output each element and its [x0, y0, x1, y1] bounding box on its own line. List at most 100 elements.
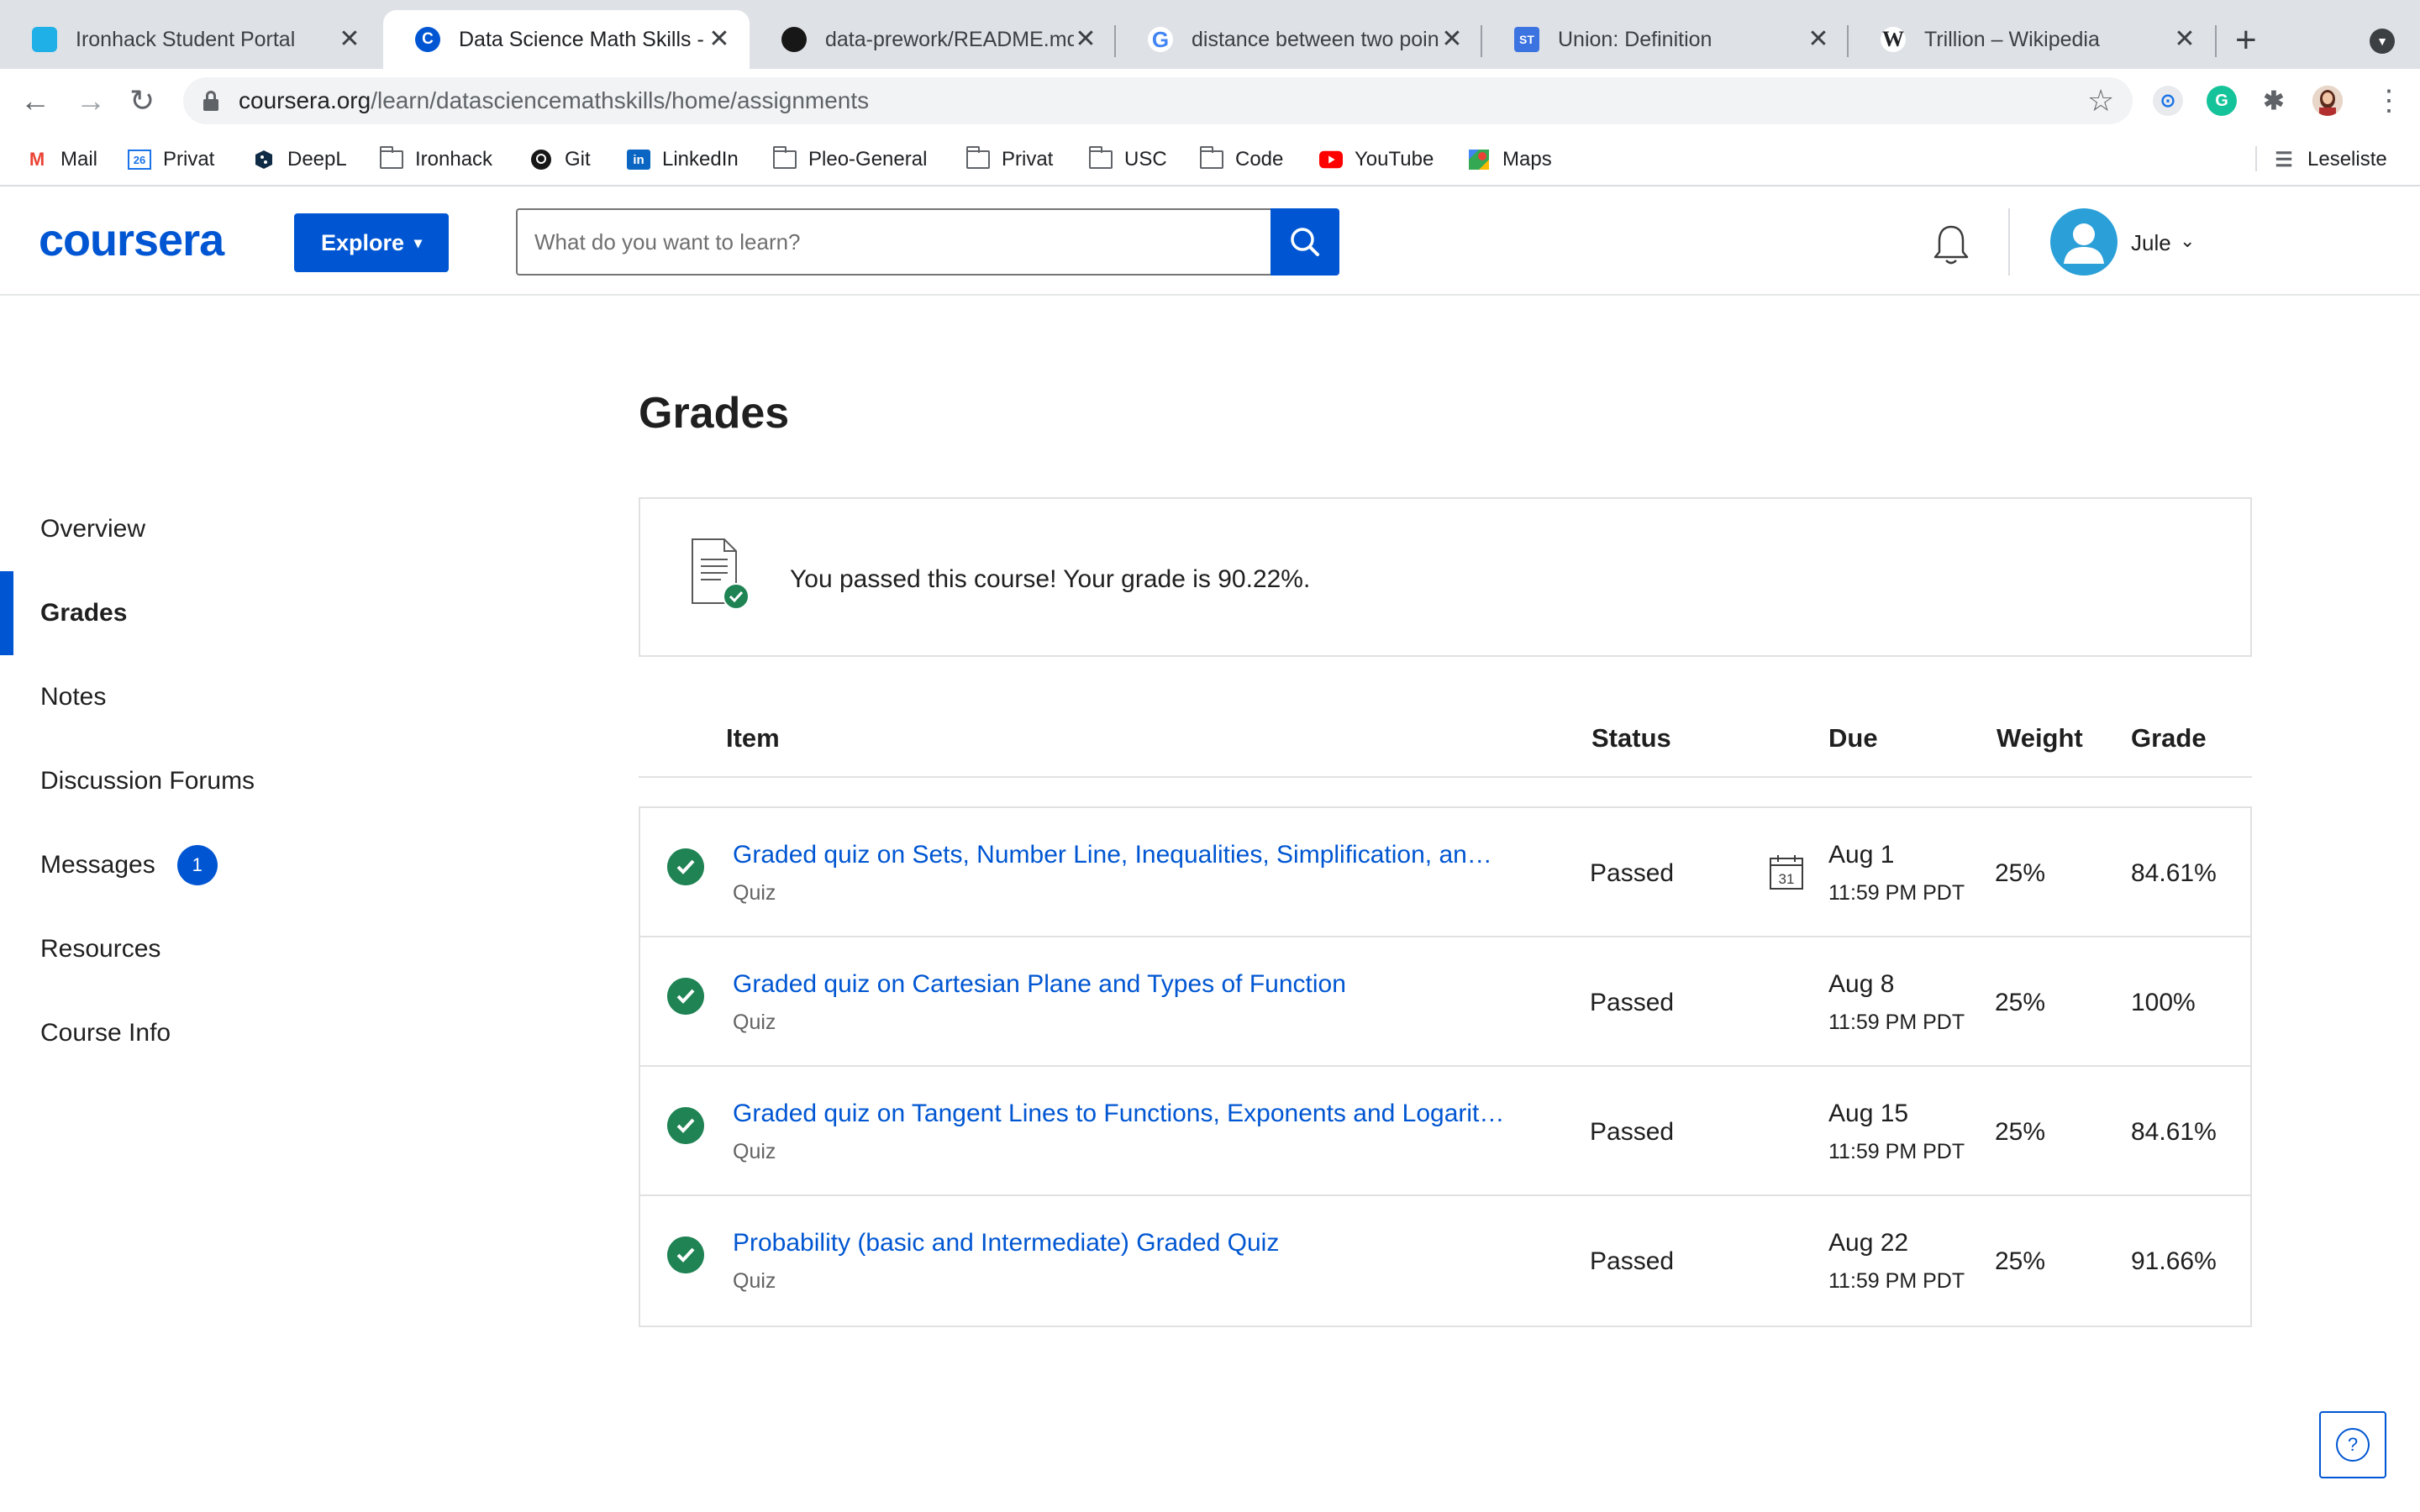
- quiz-link[interactable]: Graded quiz on Tangent Lines to Function…: [733, 1097, 1504, 1131]
- gmail-icon: M: [29, 149, 45, 170]
- bookmark-youtube[interactable]: YouTube: [1319, 144, 1434, 175]
- close-tab-icon[interactable]: ✕: [1807, 27, 1830, 52]
- back-arrow-icon[interactable]: ←: [20, 82, 50, 119]
- folder-icon: [773, 146, 797, 169]
- tab-title: data-prework/README.md: [825, 27, 1074, 51]
- youtube-icon: [1319, 150, 1343, 170]
- wikipedia-favicon-icon: W: [1881, 27, 1906, 52]
- due-date: Aug 1: [1828, 841, 1895, 869]
- item-type: Quiz: [733, 1140, 776, 1163]
- bookmark-ironhack[interactable]: Ironhack: [380, 144, 492, 175]
- tab-ironhack[interactable]: Ironhack Student Portal ✕: [0, 10, 380, 69]
- tab-google[interactable]: G distance between two poin ✕: [1116, 10, 1482, 69]
- browser-menu-icon[interactable]: ⋮: [2375, 82, 2403, 119]
- table-row: Probability (basic and Intermediate) Gra…: [640, 1196, 2250, 1326]
- bookmark-linkedin[interactable]: in LinkedIn: [627, 144, 739, 175]
- tab-title: Data Science Math Skills - C: [459, 27, 708, 51]
- weight-value: 25%: [1995, 989, 2046, 1016]
- help-button[interactable]: ?: [2319, 1411, 2386, 1478]
- notifications-bell-icon[interactable]: [1931, 223, 1971, 267]
- bookmark-star-icon[interactable]: ☆: [2087, 82, 2114, 119]
- quiz-link[interactable]: Probability (basic and Intermediate) Gra…: [733, 1226, 1279, 1260]
- sidebar-item-resources[interactable]: Resources: [0, 907, 471, 991]
- grade-value: 84.61%: [2131, 1118, 2217, 1146]
- deepl-icon: [252, 150, 276, 170]
- tab-search-icon[interactable]: ▼: [2370, 29, 2395, 54]
- github-favicon-icon: [781, 27, 807, 52]
- sidebar-item-label: Grades: [40, 599, 128, 627]
- weight-value: 25%: [1995, 859, 2046, 887]
- check-circle-icon: [667, 1107, 704, 1144]
- bookmark-deepl[interactable]: DeepL: [252, 144, 347, 175]
- sidebar-item-notes[interactable]: Notes: [0, 655, 471, 739]
- grade-value: 91.66%: [2131, 1247, 2217, 1275]
- ironhack-favicon-icon: [32, 27, 57, 52]
- url-text[interactable]: coursera.org/learn/datasciencemathskills…: [239, 86, 869, 116]
- lock-icon[interactable]: [203, 91, 218, 111]
- close-tab-icon[interactable]: ✕: [338, 27, 361, 52]
- close-tab-icon[interactable]: ✕: [1074, 27, 1097, 52]
- bookmark-privat-calendar[interactable]: 26 Privat: [128, 144, 214, 175]
- folder-icon: [1089, 146, 1113, 169]
- chevron-down-icon[interactable]: ⌄: [2180, 227, 2195, 255]
- tab-title: Trillion – Wikipedia: [1924, 27, 2100, 51]
- table-row: Graded quiz on Cartesian Plane and Types…: [640, 937, 2250, 1067]
- sidebar-item-course-info[interactable]: Course Info: [0, 991, 471, 1075]
- bookmark-git[interactable]: Git: [529, 144, 591, 175]
- bookmark-maps[interactable]: Maps: [1467, 144, 1552, 175]
- google-favicon-icon: G: [1148, 27, 1173, 52]
- sidebar-item-label: Resources: [40, 935, 161, 963]
- tab-wikipedia[interactable]: W Trillion – Wikipedia ✕: [1849, 10, 2215, 69]
- sidebar-item-overview[interactable]: Overview: [0, 487, 471, 571]
- tab-coursera[interactable]: C Data Science Math Skills - C ✕: [383, 10, 750, 69]
- bookmarks-divider: [2255, 146, 2257, 171]
- close-tab-icon[interactable]: ✕: [2173, 27, 2196, 52]
- puzzle-extensions-icon[interactable]: ✱: [2259, 86, 2289, 116]
- calendar-icon: 31: [1770, 855, 1803, 890]
- tab-union[interactable]: ST Union: Definition ✕: [1482, 10, 1849, 69]
- explore-button[interactable]: Explore ▾: [294, 213, 449, 272]
- grammarly-icon[interactable]: G: [2207, 86, 2237, 116]
- tab-github[interactable]: data-prework/README.md ✕: [750, 10, 1116, 69]
- grade-value: 100%: [2131, 989, 2196, 1016]
- extension-icon[interactable]: ⊙: [2153, 86, 2183, 116]
- user-avatar[interactable]: [2050, 208, 2118, 276]
- due-date: Aug 22: [1828, 1229, 1909, 1257]
- sidebar-item-label: Discussion Forums: [40, 767, 255, 795]
- bookmark-pleo-general[interactable]: Pleo-General: [773, 144, 927, 175]
- sidebar-item-grades[interactable]: Grades: [0, 571, 471, 655]
- status-text: Passed: [1590, 1118, 1675, 1146]
- due-time: 11:59 PM PDT: [1828, 1011, 1965, 1034]
- profile-avatar[interactable]: [2312, 86, 2343, 116]
- item-type: Quiz: [733, 881, 776, 905]
- bookmark-code[interactable]: Code: [1200, 144, 1283, 175]
- sidebar-item-messages[interactable]: Messages 1: [0, 823, 471, 907]
- linkedin-icon: in: [627, 150, 650, 170]
- search-icon: [1291, 228, 1319, 256]
- close-tab-icon[interactable]: ✕: [708, 27, 731, 52]
- quiz-link[interactable]: Graded quiz on Cartesian Plane and Types…: [733, 968, 1346, 1001]
- due-date: Aug 8: [1828, 970, 1895, 998]
- bookmark-privat-folder[interactable]: Privat: [966, 144, 1053, 175]
- column-header-status: Status: [1591, 723, 1671, 753]
- search-input[interactable]: [534, 225, 1257, 259]
- username[interactable]: Jule: [2131, 228, 2171, 257]
- st-favicon-icon: ST: [1514, 27, 1539, 52]
- search-button[interactable]: [1270, 208, 1339, 276]
- close-tab-icon[interactable]: ✕: [1440, 27, 1464, 52]
- sidebar-item-label: Course Info: [40, 1019, 171, 1047]
- passed-document-icon: [691, 538, 750, 610]
- new-tab-button[interactable]: +: [2235, 22, 2257, 59]
- grades-table: Graded quiz on Sets, Number Line, Inequa…: [639, 806, 2252, 1327]
- bookmark-usc[interactable]: USC: [1089, 144, 1167, 175]
- column-header-grade: Grade: [2131, 723, 2207, 753]
- reading-list-icon: ☰: [2275, 148, 2293, 171]
- coursera-logo[interactable]: coursera: [39, 213, 224, 267]
- due-time: 11:59 PM PDT: [1828, 1269, 1965, 1293]
- sidebar-item-discussion-forums[interactable]: Discussion Forums: [0, 739, 471, 823]
- bookmark-mail[interactable]: M Mail: [25, 144, 97, 175]
- reload-icon[interactable]: ↻: [129, 82, 155, 119]
- quiz-link[interactable]: Graded quiz on Sets, Number Line, Inequa…: [733, 838, 1492, 872]
- forward-arrow-icon[interactable]: →: [76, 82, 106, 119]
- reading-list[interactable]: ☰ Leseliste: [2272, 144, 2387, 175]
